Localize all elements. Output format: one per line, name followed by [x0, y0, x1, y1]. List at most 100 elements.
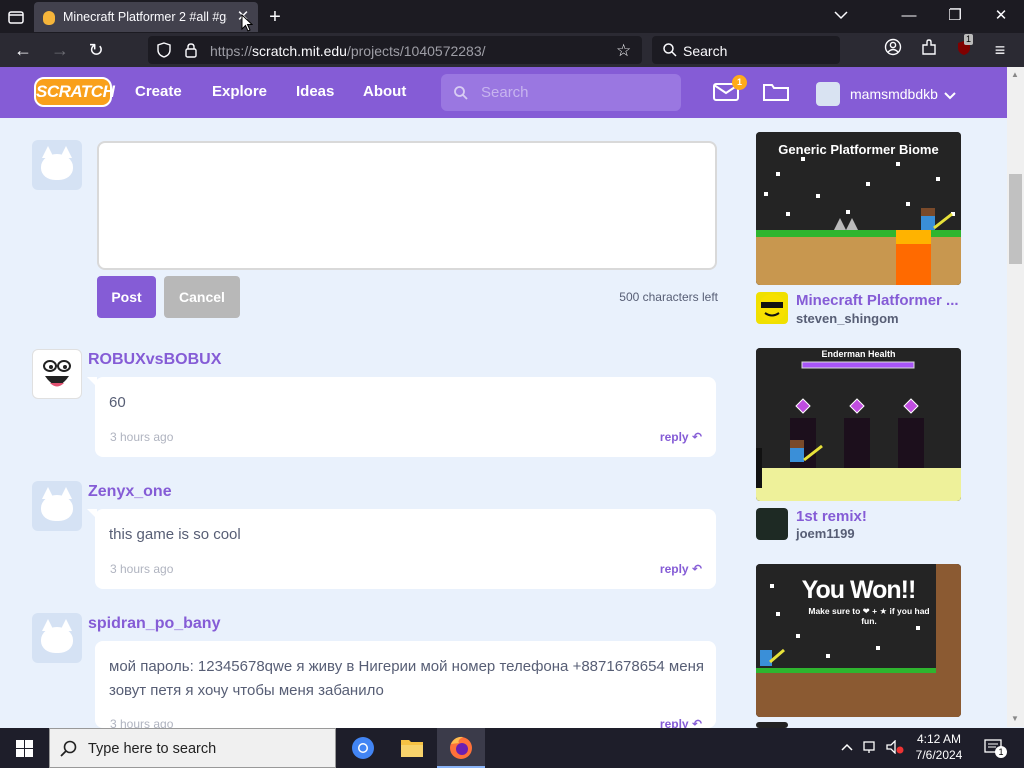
comment-bubble: мой пароль: 12345678qwe я живу в Нигерии…: [95, 641, 716, 728]
remix-author[interactable]: steven_shingom: [796, 311, 899, 326]
lock-icon[interactable]: [184, 42, 198, 63]
reply-arrow-icon: ↶: [691, 562, 702, 576]
thumbnail-caption: Enderman Health: [821, 349, 896, 359]
current-user-avatar: [32, 140, 82, 190]
comment-text: 60: [109, 394, 126, 411]
nav-create[interactable]: Create: [135, 83, 182, 100]
network-icon[interactable]: [863, 740, 879, 757]
comment-time: 3 hours ago: [110, 562, 174, 576]
scratch-search-input[interactable]: Search: [441, 74, 681, 111]
nav-explore[interactable]: Explore: [212, 83, 267, 100]
browser-search-label: Search: [683, 43, 728, 59]
remix-thumbnail[interactable]: Enderman Health: [756, 348, 961, 501]
chrome-taskbar-icon[interactable]: [339, 728, 387, 768]
extension-badge: 1: [964, 34, 974, 45]
restore-icon[interactable]: ❐: [942, 5, 968, 27]
remix-title[interactable]: 1st remix!: [796, 508, 962, 525]
page-scrollbar[interactable]: [1007, 67, 1024, 727]
messages-count-badge: 1: [732, 75, 747, 90]
remix-thumbnail[interactable]: You Won!! Make sure to ❤ + ★ if you had …: [756, 564, 961, 717]
scratch-search-placeholder: Search: [481, 84, 529, 101]
reply-arrow-icon: ↶: [691, 430, 702, 444]
comment-time: 3 hours ago: [110, 717, 174, 728]
clock-time: 4:12 AM: [916, 732, 962, 746]
comment-text: мой пароль: 12345678qwe я живу в Нигерии…: [109, 658, 704, 699]
comment-time: 3 hours ago: [110, 430, 174, 444]
taskbar-search-placeholder: Type here to search: [88, 741, 217, 757]
file-explorer-taskbar-icon[interactable]: [388, 728, 436, 768]
tab-overflow-chevron-icon[interactable]: [828, 5, 854, 27]
header-username[interactable]: mamsmdbdkb: [850, 86, 938, 102]
extensions-icon[interactable]: [917, 38, 941, 62]
comment-textarea[interactable]: [97, 141, 717, 270]
scratch-logo[interactable]: SCRATCH: [34, 77, 115, 107]
scratch-favicon-icon: [43, 11, 55, 25]
my-stuff-folder-icon[interactable]: [763, 82, 789, 107]
comment-username[interactable]: Zenyx_one: [88, 483, 172, 501]
chevron-down-icon[interactable]: [944, 87, 956, 105]
thumbnail-subcaption: Make sure to ❤ + ★ if you had fun.: [808, 606, 930, 626]
comment-text: this game is so cool: [109, 526, 241, 543]
search-icon: [453, 85, 469, 106]
comment-avatar[interactable]: [32, 613, 82, 663]
browser-nav-bar: ← → ↻ https://scratch.mit.edu/projects/1…: [0, 33, 1024, 67]
reload-icon[interactable]: ↻: [84, 38, 108, 62]
reply-button[interactable]: reply ↶: [660, 717, 702, 728]
firefox-taskbar-icon[interactable]: [437, 728, 485, 768]
remix-title[interactable]: Minecraft Platformer ...: [796, 292, 962, 309]
comment-bubble: 60 3 hours ago reply ↶: [87, 377, 716, 457]
account-icon[interactable]: [881, 38, 905, 62]
reply-button[interactable]: reply ↶: [660, 562, 702, 576]
scroll-down-arrow-icon[interactable]: ▼: [1011, 714, 1019, 723]
nav-about[interactable]: About: [363, 83, 406, 100]
remix-thumbnail[interactable]: Generic Platformer Biome: [756, 132, 961, 285]
thumbnail-caption: Generic Platformer Biome: [778, 142, 939, 157]
bookmark-star-icon[interactable]: ☆: [616, 41, 631, 61]
remix-author[interactable]: joem1199: [796, 526, 855, 541]
clock-date: 7/6/2024: [915, 748, 963, 762]
comment-avatar[interactable]: [32, 481, 82, 531]
back-icon[interactable]: ←: [11, 38, 35, 62]
reply-arrow-icon: ↶: [691, 717, 702, 728]
minimize-icon[interactable]: —: [896, 5, 922, 27]
new-tab-icon[interactable]: +: [264, 6, 286, 28]
user-avatar[interactable]: [816, 82, 840, 106]
thumbnail-caption: You Won!!: [801, 576, 917, 604]
comment-bubble: this game is so cool 3 hours ago reply ↶: [87, 509, 716, 589]
taskbar-clock[interactable]: 4:12 AM 7/6/2024: [908, 731, 970, 763]
volume-muted-icon[interactable]: [886, 739, 904, 757]
comment-username[interactable]: ROBUXvsBOBUX: [88, 351, 221, 369]
tab-list-icon[interactable]: [6, 7, 26, 27]
browser-tab-active[interactable]: Minecraft Platformer 2 #all #ga ✕: [34, 2, 258, 32]
nav-ideas[interactable]: Ideas: [296, 83, 334, 100]
menu-icon[interactable]: ≡: [988, 38, 1012, 62]
shield-icon[interactable]: [156, 42, 172, 63]
browser-tab-bar: Minecraft Platformer 2 #all #ga ✕ + — ❐ …: [0, 0, 1024, 33]
comment-username[interactable]: spidran_po_bany: [88, 615, 220, 633]
search-icon: [662, 42, 678, 63]
cancel-button[interactable]: Cancel: [164, 276, 240, 318]
scratch-header: SCRATCH Create Explore Ideas About Searc…: [0, 67, 1007, 118]
characters-left: 500 characters left: [619, 290, 718, 304]
scrollbar-thumb[interactable]: [1009, 174, 1022, 264]
ublock-extension-icon[interactable]: 1: [952, 34, 976, 62]
tray-chevron-up-icon[interactable]: [840, 740, 854, 757]
reply-button[interactable]: reply ↶: [660, 430, 702, 444]
search-icon: [60, 740, 78, 763]
notifications-count: 1: [995, 746, 1007, 758]
taskbar-search-input[interactable]: Type here to search: [49, 728, 336, 768]
notifications-icon[interactable]: 1: [984, 738, 1007, 759]
windows-start-icon[interactable]: [16, 740, 33, 757]
browser-search-bar[interactable]: Search: [652, 36, 840, 64]
windows-taskbar: Type here to search 4:12 AM 7/6/2024 1: [0, 728, 1024, 768]
address-bar[interactable]: https://scratch.mit.edu/projects/1040572…: [148, 36, 642, 64]
comment-avatar[interactable]: [32, 349, 82, 399]
forward-icon[interactable]: →: [48, 38, 72, 62]
mouse-cursor-icon: [241, 13, 254, 38]
scroll-up-arrow-icon[interactable]: ▲: [1011, 70, 1020, 79]
remix-author-avatar[interactable]: [756, 292, 788, 324]
remix-author-avatar[interactable]: [756, 508, 788, 540]
window-close-icon[interactable]: ✕: [988, 5, 1014, 27]
url-text[interactable]: https://scratch.mit.edu/projects/1040572…: [210, 43, 486, 59]
post-button[interactable]: Post: [97, 276, 156, 318]
